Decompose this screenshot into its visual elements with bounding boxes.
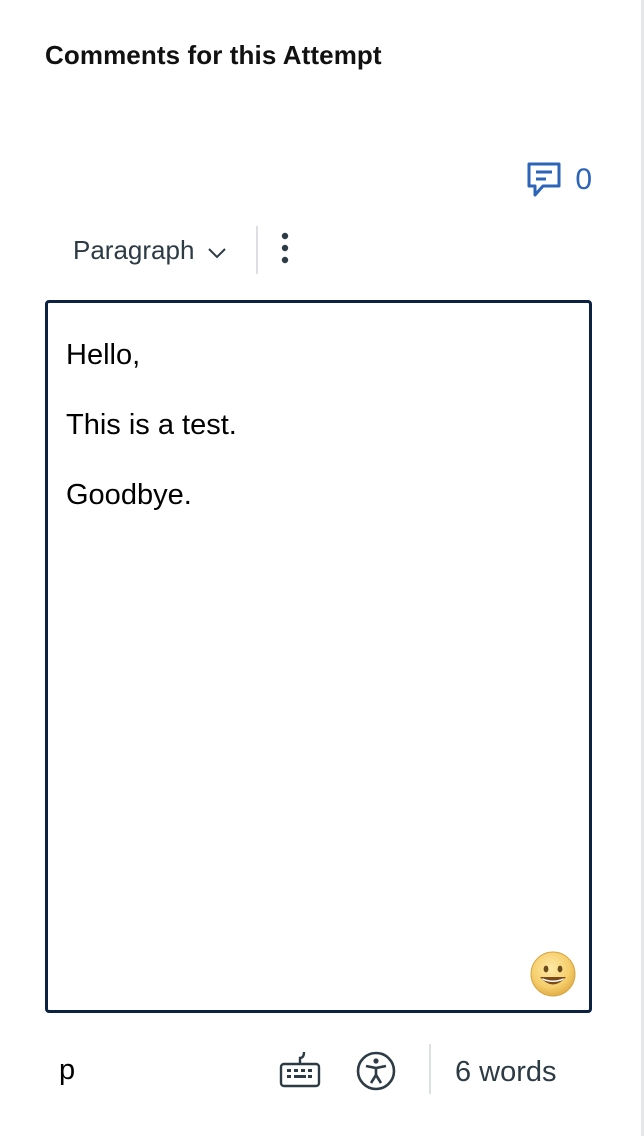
accessibility-checker-button[interactable] xyxy=(355,1050,397,1097)
word-count[interactable]: 6 words xyxy=(455,1056,557,1089)
page-title: Comments for this Attempt xyxy=(45,40,382,70)
vertical-ellipsis-icon xyxy=(281,232,289,269)
comment-count-button[interactable]: 0 xyxy=(527,162,592,198)
accessibility-icon xyxy=(355,1051,397,1096)
comment-icon xyxy=(527,162,561,198)
editor-toolbar: Paragraph xyxy=(55,226,312,274)
chevron-down-icon xyxy=(208,235,227,266)
comment-count-value: 0 xyxy=(575,163,592,196)
editor-paragraph[interactable]: Goodbye. xyxy=(66,477,571,513)
editor-statusbar: p 6 words xyxy=(45,1044,592,1100)
keyboard-icon xyxy=(278,1051,322,1094)
block-format-label: Paragraph xyxy=(73,234,195,265)
block-format-dropdown[interactable]: Paragraph xyxy=(55,226,244,274)
keyboard-shortcuts-button[interactable] xyxy=(278,1050,322,1095)
comment-editor[interactable]: Hello, This is a test. Goodbye. xyxy=(45,300,592,1013)
editor-paragraph[interactable]: Hello, xyxy=(66,337,571,373)
more-options-button[interactable] xyxy=(258,226,312,274)
grinning-face-icon xyxy=(529,951,577,1005)
comments-panel: Comments for this Attempt 0 Paragraph He… xyxy=(0,0,644,1136)
element-path[interactable]: p xyxy=(59,1054,75,1087)
statusbar-divider xyxy=(429,1044,431,1094)
editor-paragraph[interactable]: This is a test. xyxy=(66,407,571,443)
emoji-picker-button[interactable] xyxy=(529,950,577,998)
